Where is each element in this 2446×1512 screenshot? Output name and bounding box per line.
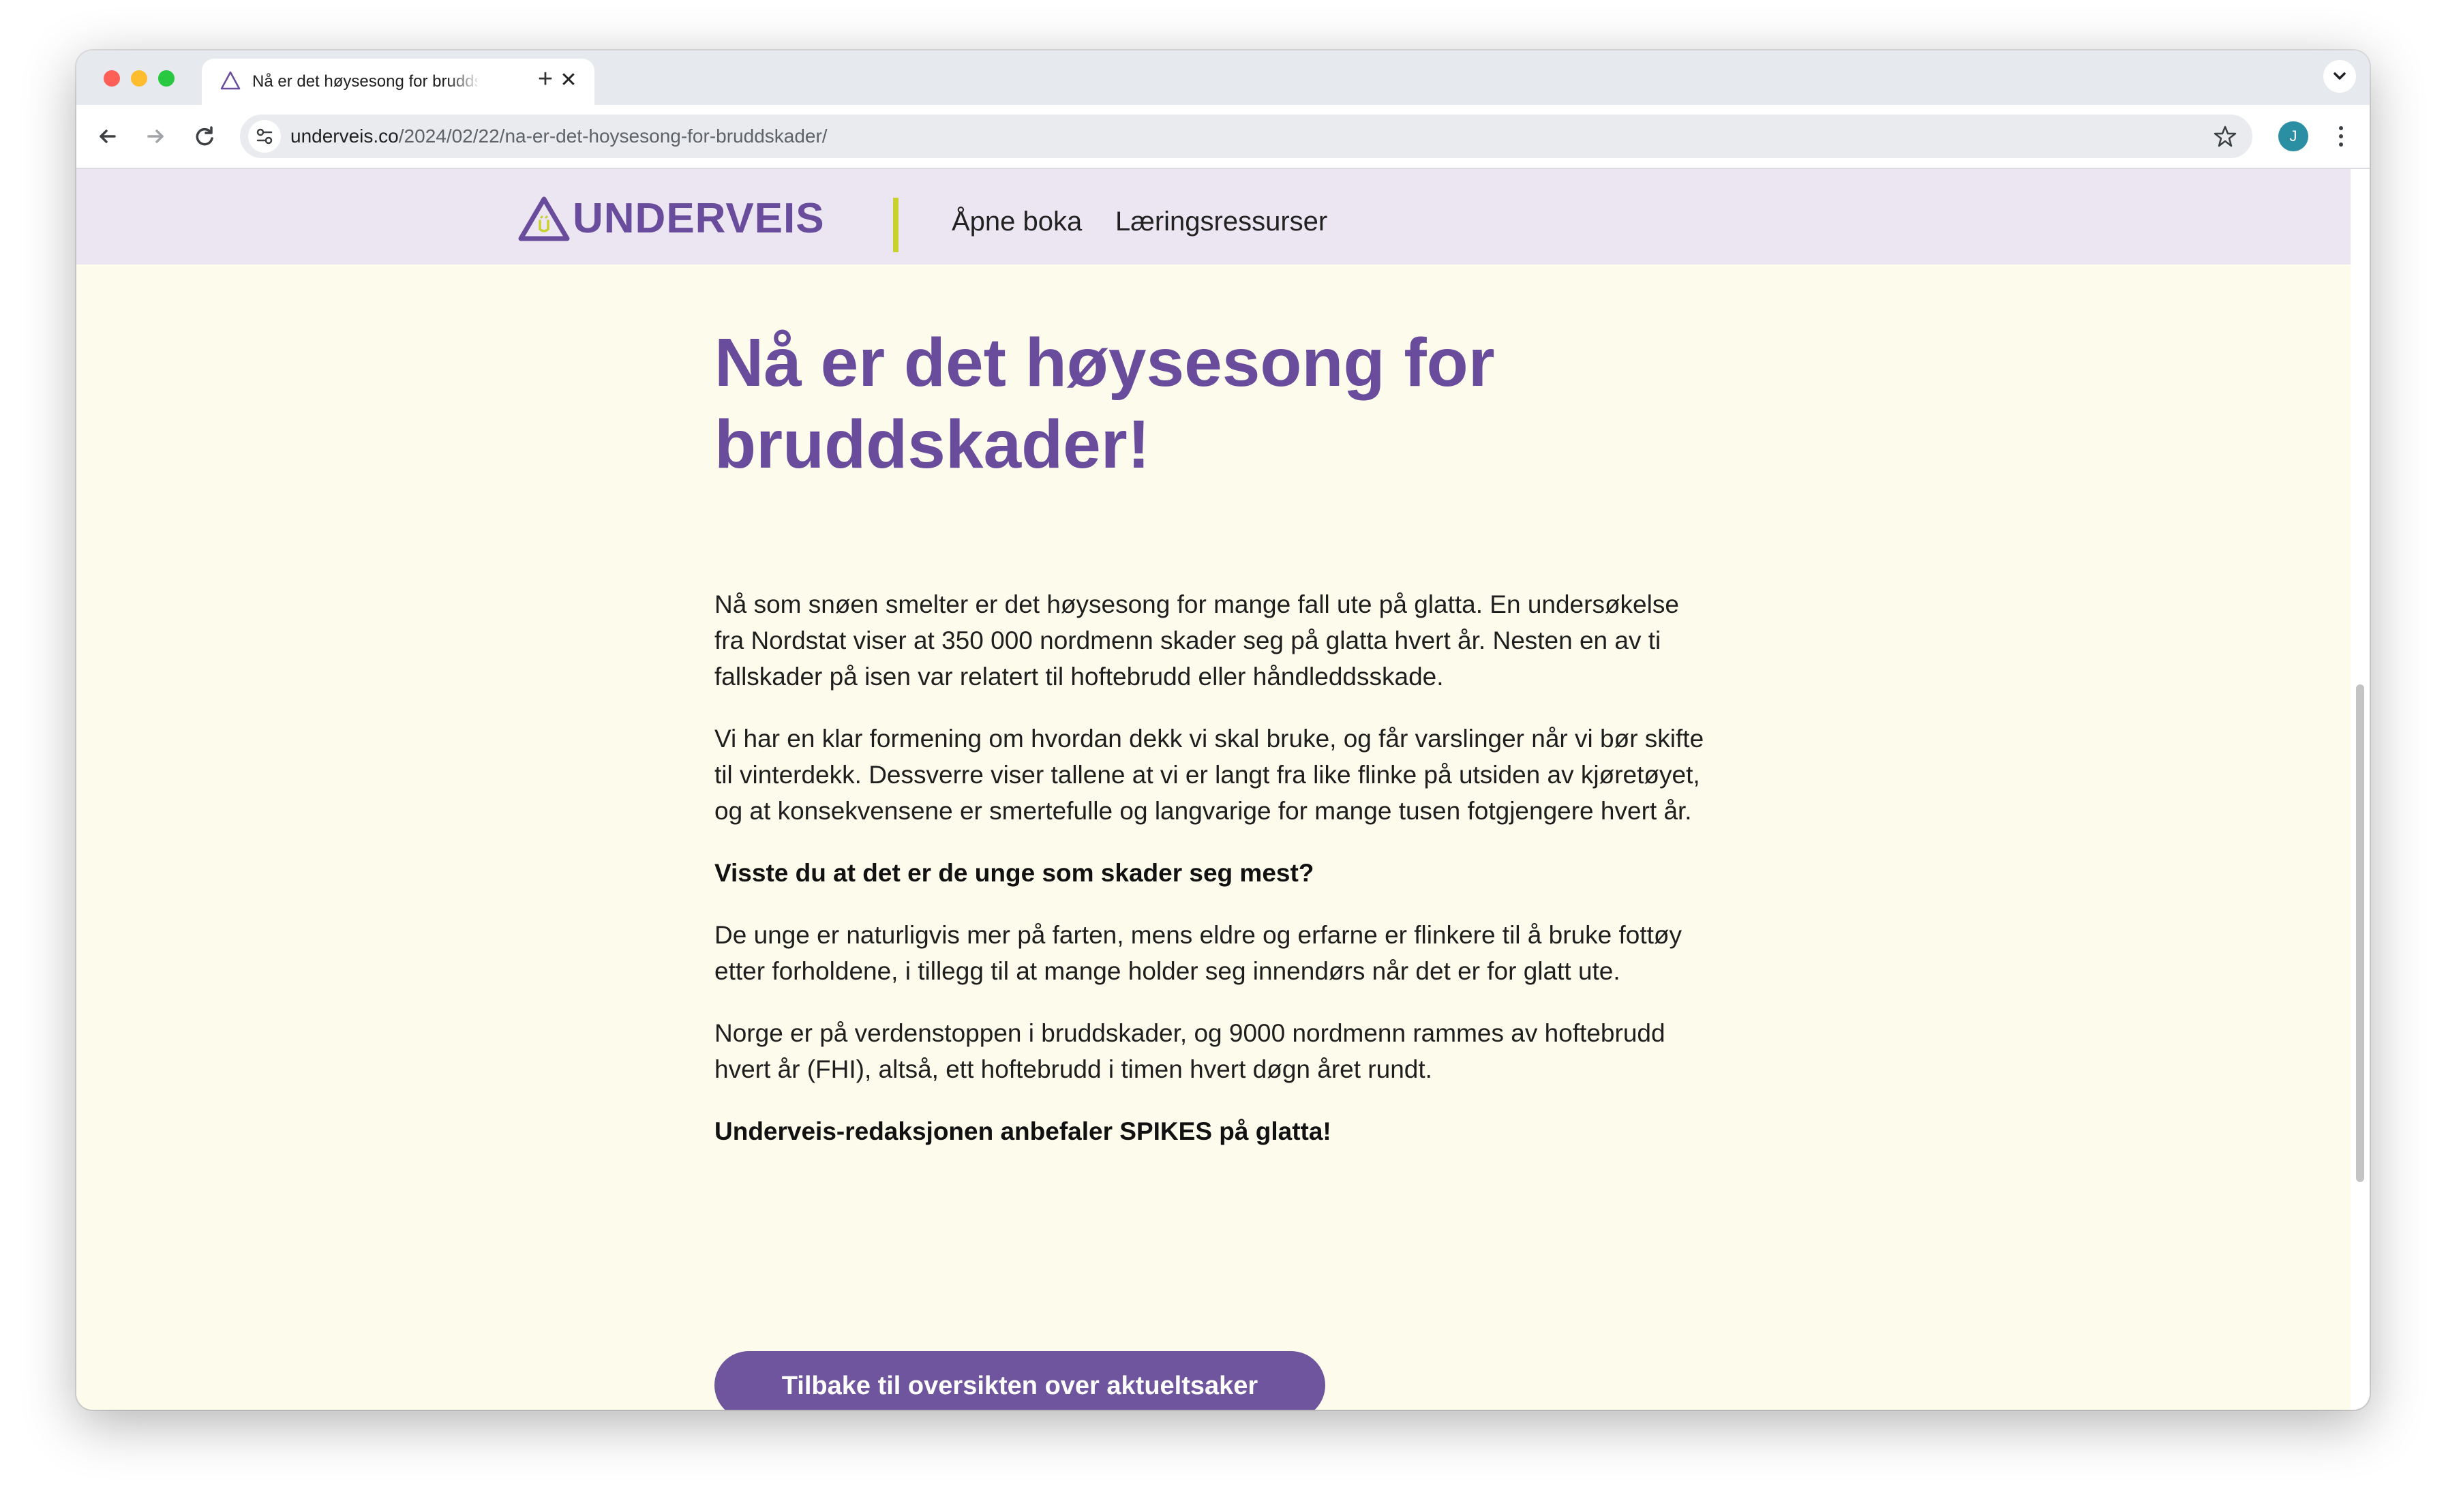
more-options-icon[interactable] (2331, 121, 2351, 151)
header-divider (893, 198, 899, 252)
tune-icon (256, 128, 273, 145)
profile-avatar[interactable]: J (2278, 121, 2308, 151)
tab-strip: Nå er det høysesong for bruddskader! ✕ + (76, 50, 2370, 105)
browser-window: Nå er det høysesong for bruddskader! ✕ + (76, 50, 2370, 1410)
article-body: Nå som snøen smelter er det høysesong fo… (714, 586, 1710, 1175)
site-info-button[interactable] (248, 120, 281, 153)
article-paragraph: Norge er på verdenstoppen i bruddskader,… (714, 1019, 1665, 1083)
back-to-overview-button[interactable]: Tilbake til oversikten over aktueltsaker (714, 1351, 1325, 1410)
url-host: underveis.co (290, 125, 399, 147)
url-path: /2024/02/22/na-er-det-hoysesong-for-brud… (398, 125, 828, 147)
close-window-button[interactable] (104, 70, 120, 87)
back-arrow-icon[interactable] (91, 120, 124, 153)
article-title: Nå er det høysesong for bruddskader! (714, 324, 1495, 483)
address-bar[interactable]: underveis.co/2024/02/22/na-er-det-hoyses… (240, 115, 2252, 158)
article-paragraph: Nå som snøen smelter er det høysesong fo… (714, 590, 1679, 691)
minimize-window-button[interactable] (131, 70, 147, 87)
new-tab-icon[interactable]: + (532, 65, 559, 93)
site-favicon-icon (220, 71, 241, 90)
article-subheading: Visste du at det er de unge som skader s… (714, 859, 1314, 887)
tab-close-icon[interactable]: ✕ (556, 68, 581, 93)
tab-search-button[interactable] (2323, 60, 2356, 93)
page-scrollbar[interactable] (2351, 169, 2370, 1410)
logo-text: UNDERVEIS (573, 195, 825, 242)
article-recommendation: Underveis-redaksjonen anbefaler SPIKES p… (714, 1117, 1331, 1145)
web-page: UNDERVEIS Åpne boka Læringsressurser Nå … (76, 169, 2351, 1410)
article-paragraph: Vi har en klar formening om hvordan dekk… (714, 725, 1704, 825)
bookmark-star-icon[interactable] (2213, 124, 2237, 149)
forward-arrow-icon[interactable] (139, 120, 172, 153)
article-paragraph: De unge er naturligvis mer på farten, me… (714, 921, 1682, 985)
maximize-window-button[interactable] (158, 70, 175, 87)
scrollbar-thumb[interactable] (2356, 684, 2364, 1182)
browser-toolbar: underveis.co/2024/02/22/na-er-det-hoyses… (76, 105, 2370, 169)
article-header: Nå er det høysesong for bruddskader! (714, 322, 1710, 485)
tab-title-fade (447, 67, 481, 97)
url-text[interactable]: underveis.co/2024/02/22/na-er-det-hoyses… (290, 115, 828, 158)
site-logo[interactable]: UNDERVEIS (518, 195, 839, 243)
chevron-down-icon (2334, 72, 2346, 80)
nav-link-apne-boka[interactable]: Åpne boka (952, 205, 1082, 239)
nav-link-laeringsressurser[interactable]: Læringsressurser (1115, 205, 1327, 239)
reload-icon[interactable] (188, 120, 221, 153)
site-header: UNDERVEIS Åpne boka Læringsressurser (76, 169, 2351, 264)
logo-triangle-icon (518, 196, 570, 241)
tab-title: Nå er det høysesong for bruddskader! (252, 72, 477, 91)
